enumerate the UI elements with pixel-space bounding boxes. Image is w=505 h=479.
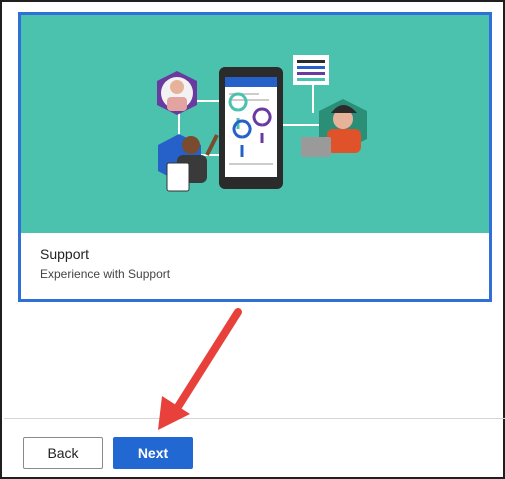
dialog-frame: Support Experience with Support Back Nex…: [0, 0, 505, 479]
card-description: Experience with Support: [40, 267, 171, 281]
footer-divider: [4, 418, 505, 419]
card-title: Support: [40, 246, 90, 262]
next-button[interactable]: Next: [113, 437, 193, 469]
support-card[interactable]: Support Experience with Support: [18, 12, 492, 302]
support-scene-illustration: [157, 55, 367, 192]
support-illustration: [21, 15, 489, 233]
back-button[interactable]: Back: [23, 437, 103, 469]
